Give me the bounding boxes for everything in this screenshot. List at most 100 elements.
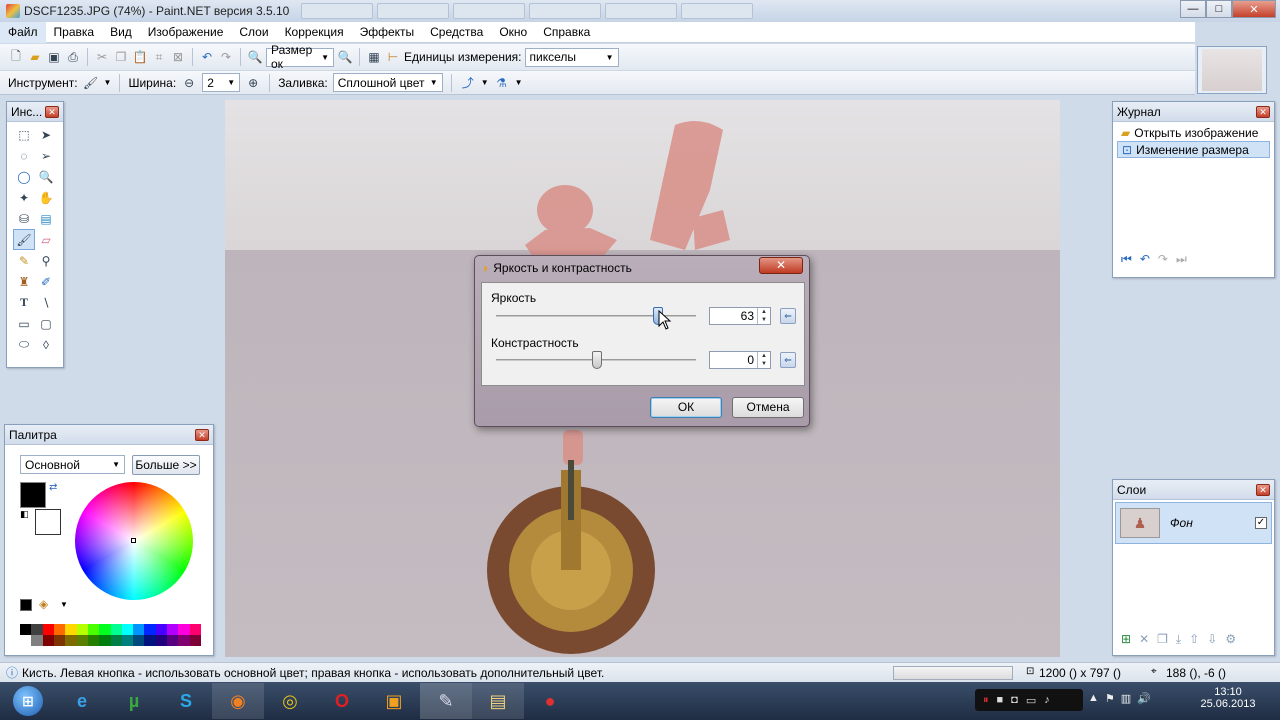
history-item[interactable]: ⊡ Изменение размера [1117, 141, 1270, 158]
gradient-icon[interactable]: ▤ [35, 208, 57, 229]
office-icon[interactable]: ▣ [368, 683, 420, 719]
dialog-close-button[interactable]: ✕ [759, 257, 803, 274]
close-button[interactable]: ✕ [1232, 0, 1276, 18]
undo-icon[interactable]: ↶ [199, 49, 215, 65]
recorder-icon[interactable]: ● [524, 683, 576, 719]
menu-window[interactable]: Окно [491, 22, 535, 43]
utorrent-icon[interactable]: µ [108, 683, 160, 719]
maximize-button[interactable]: □ [1206, 0, 1232, 18]
merge-down-icon[interactable]: ⤓ [1176, 632, 1181, 647]
ruler-icon[interactable]: ⊢ [385, 49, 401, 65]
move-down-icon[interactable]: ⇩ [1207, 632, 1217, 647]
deselect-icon[interactable]: ⊠ [170, 49, 186, 65]
open-folder-icon[interactable]: ▰ [27, 49, 43, 65]
line-curve-icon[interactable]: ∖ [35, 292, 57, 313]
menu-image[interactable]: Изображение [140, 22, 232, 43]
magic-wand-icon[interactable]: ✦ [13, 187, 35, 208]
paintbrush-icon[interactable]: 🖌 [13, 229, 35, 250]
reset-colors-icon[interactable]: ◧ [20, 509, 29, 520]
menu-file[interactable]: Файл [0, 21, 46, 43]
move-selected-icon[interactable]: ➢ [35, 145, 57, 166]
color-mode-select[interactable]: Основной ▼ [20, 455, 125, 474]
minimize-button[interactable]: — [1180, 0, 1206, 18]
move-up-icon[interactable]: ⇧ [1189, 632, 1199, 647]
fullscreen-icon[interactable]: ▭ [1026, 694, 1036, 707]
primary-color-swatch[interactable] [20, 482, 46, 508]
recolor-icon[interactable]: ✐ [35, 271, 57, 292]
close-icon[interactable]: ✕ [1256, 105, 1270, 118]
spin-arrows-icon[interactable]: ▲ ▼ [757, 352, 770, 368]
menu-effects[interactable]: Эффекты [352, 22, 423, 43]
pencil-icon[interactable]: ✎ [13, 250, 35, 271]
contrast-reset-icon[interactable]: ⇐ [780, 352, 796, 368]
flag-icon[interactable]: ⚑ [1105, 692, 1115, 705]
rectangle-select-icon[interactable]: ⬚ [13, 124, 35, 145]
zoom-select[interactable]: Размер ок ▼ [266, 43, 334, 71]
paintnet-taskbar-icon[interactable]: ✎ [420, 683, 472, 719]
antialiasing-icon[interactable]: ⤴ [460, 75, 476, 91]
cancel-button[interactable]: Отмена [732, 397, 804, 418]
internet-explorer-icon[interactable]: e [56, 683, 108, 719]
image-tab-thumbnail[interactable] [1197, 46, 1267, 94]
pause-icon[interactable]: ⏸ [983, 694, 989, 707]
zoom-icon[interactable]: 🔍 [35, 166, 57, 187]
clock[interactable]: 13:10 25.06.2013 [1196, 686, 1260, 710]
zoom-in-icon[interactable]: 🔍 [337, 49, 353, 65]
units-select[interactable]: пикселы ▼ [524, 47, 619, 67]
speaker-icon[interactable]: 🔊 [1137, 692, 1151, 705]
close-icon[interactable]: ✕ [1256, 483, 1270, 496]
camera-icon[interactable]: ◘ [1011, 694, 1018, 706]
start-button[interactable]: ⊞ [0, 683, 56, 719]
menu-layers[interactable]: Слои [231, 22, 276, 43]
crop-icon[interactable]: ⌗ [151, 49, 167, 65]
width-select[interactable]: 2 ▼ [202, 73, 241, 92]
menu-adjustments[interactable]: Коррекция [277, 22, 352, 43]
palette-menu-icon[interactable]: ◈ [39, 597, 48, 611]
ellipse-select-icon[interactable]: ◯ [13, 166, 35, 187]
rounded-rectangle-icon[interactable]: ▢ [35, 313, 57, 334]
menu-utilities[interactable]: Средства [422, 22, 491, 43]
spin-arrows-icon[interactable]: ▲ ▼ [757, 308, 770, 324]
color-wheel[interactable] [75, 482, 193, 600]
ok-button[interactable]: ОК [650, 397, 722, 418]
width-decrease-icon[interactable]: ⊖ [181, 75, 197, 91]
audio-icon[interactable]: ♪ [1044, 694, 1050, 706]
fill-select[interactable]: Сплошной цвет ▼ [332, 73, 443, 92]
explorer-icon[interactable]: ▤ [472, 683, 524, 719]
contrast-slider-thumb[interactable] [592, 351, 602, 369]
chevron-down-icon[interactable]: ▼ [60, 600, 68, 609]
lasso-select-icon[interactable]: ◌ [13, 145, 35, 166]
secondary-color-swatch[interactable] [35, 509, 61, 535]
copy-icon[interactable]: ❐ [113, 49, 129, 65]
redo-icon[interactable]: ↷ [1158, 252, 1168, 267]
print-icon[interactable]: ⎙ [65, 49, 81, 65]
save-icon[interactable]: ▣ [46, 49, 62, 65]
redo-icon[interactable]: ↷ [218, 49, 234, 65]
rectangle-icon[interactable]: ▭ [13, 313, 35, 334]
pan-hand-icon[interactable]: ✋ [35, 187, 57, 208]
brightness-input[interactable]: 63 ▲ ▼ [709, 307, 771, 325]
cut-icon[interactable]: ✂ [94, 49, 110, 65]
rewind-icon[interactable]: ⏮ [1121, 252, 1132, 267]
undo-icon[interactable]: ↶ [1140, 252, 1150, 267]
close-icon[interactable]: ✕ [195, 428, 209, 441]
firefox-icon[interactable]: ◉ [212, 683, 264, 719]
menu-edit[interactable]: Правка [46, 22, 103, 43]
layer-item[interactable]: ♟ Фон ✓ [1115, 502, 1272, 544]
freeform-shape-icon[interactable]: ◊ [35, 334, 57, 355]
layer-visibility-checkbox[interactable]: ✓ [1255, 517, 1267, 529]
move-selection-icon[interactable]: ➤ [35, 124, 57, 145]
new-file-icon[interactable]: 🗋 [8, 49, 24, 65]
layer-properties-icon[interactable]: ⚙ [1225, 632, 1236, 647]
history-item[interactable]: ▰ Открыть изображение [1117, 124, 1270, 141]
add-layer-icon[interactable]: ⊞ [1121, 632, 1131, 647]
chevron-down-icon[interactable]: ▼ [104, 78, 112, 87]
paste-icon[interactable]: 📋 [132, 49, 148, 65]
brush-icon[interactable]: 🖌 [83, 75, 99, 91]
brightness-reset-icon[interactable]: ⇐ [780, 308, 796, 324]
eraser-icon[interactable]: ▱ [35, 229, 57, 250]
chrome-icon[interactable]: ◎ [264, 683, 316, 719]
blend-mode-icon[interactable]: ⚗ [494, 75, 510, 91]
grid-icon[interactable]: ▦ [366, 49, 382, 65]
contrast-input[interactable]: 0 ▲ ▼ [709, 351, 771, 369]
